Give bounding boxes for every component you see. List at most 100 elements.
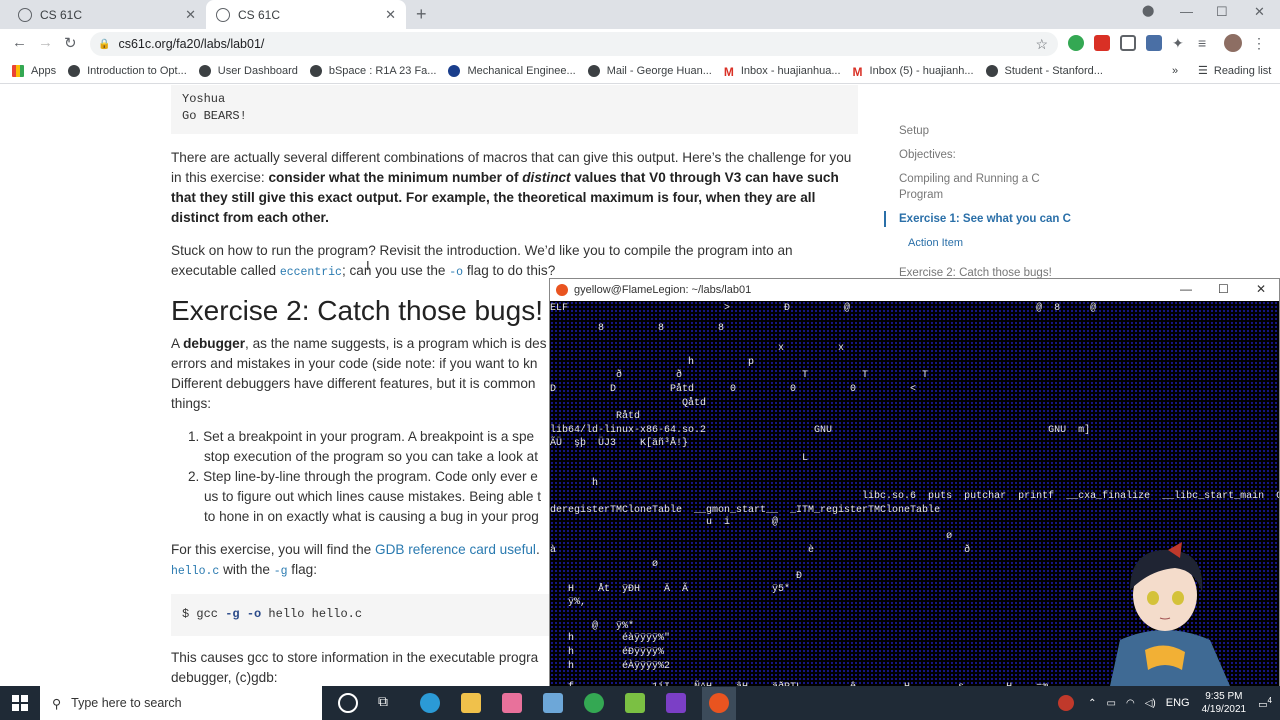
terminal-line: Qåtd <box>550 398 707 409</box>
extension-icon[interactable] <box>1068 35 1084 51</box>
puzzle-icon[interactable]: ✦ <box>1172 35 1188 51</box>
text: . <box>535 542 540 557</box>
terminal-line: ELF > Ð @ @ 8 @ <box>550 303 1097 314</box>
text: , as the name suggests, is a program whi… <box>245 336 547 351</box>
terminal-titlebar[interactable]: gyellow@FlameLegion: ~/labs/lab01 — ☐ ✕ <box>550 279 1279 301</box>
toc-item[interactable]: Compiling and Running a C Program <box>899 171 1049 203</box>
extension-icon[interactable] <box>1120 35 1136 51</box>
site-icon <box>68 64 81 77</box>
site-icon <box>985 64 998 77</box>
terminal-line: h éÐÿÿÿÿ% <box>550 647 665 658</box>
chrome-icon[interactable] <box>584 693 604 713</box>
language-indicator[interactable]: ENG <box>1166 697 1190 709</box>
gdb-reference-link[interactable]: GDB reference card useful <box>375 542 536 557</box>
close-icon[interactable]: ✕ <box>1256 282 1266 296</box>
terminal-line: u i @ <box>550 517 779 528</box>
maximize-icon[interactable]: ☐ <box>1218 282 1229 296</box>
profile-avatar[interactable] <box>1224 34 1242 52</box>
terminal-line: h <box>550 478 599 489</box>
volume-icon[interactable]: ◁) <box>1145 698 1156 709</box>
app-icon[interactable] <box>625 693 645 713</box>
text: A <box>171 336 184 351</box>
bookmark-apps[interactable]: Apps <box>12 64 56 77</box>
close-tab-icon[interactable]: ✕ <box>185 7 196 23</box>
back-icon[interactable]: ← <box>12 34 27 51</box>
mail-icon[interactable] <box>543 693 563 713</box>
text: things: <box>171 396 212 411</box>
bookmark-item[interactable]: M Inbox (5) - huajianh... <box>853 65 974 79</box>
gmail-icon: M <box>723 64 734 79</box>
windows-start-icon[interactable] <box>0 686 40 720</box>
new-tab-icon[interactable]: + <box>416 4 427 25</box>
close-window-icon[interactable]: ✕ <box>1254 4 1265 20</box>
taskbar-search-box[interactable]: ⚲ Type here to search <box>40 686 322 720</box>
browser-toolbar: ← → ↻ 🔒 cs61c.org/fa20/labs/lab01/ ☆ <box>0 29 1280 58</box>
bookmark-item[interactable]: M Inbox - huajianhua... <box>723 64 841 79</box>
inline-code: -g <box>273 565 288 578</box>
terminal-line: deregisterTMCloneTable __gmon_start__ _I… <box>550 505 941 516</box>
terminal-line: libc.so.6 puts putchar printf __cxa_fina… <box>862 491 1279 502</box>
toc-item-active[interactable]: Exercise 1: See what you can C <box>884 211 1084 227</box>
maximize-icon[interactable]: ☐ <box>1216 4 1228 20</box>
site-icon <box>448 64 461 77</box>
site-icon <box>309 64 322 77</box>
pdf-extension-icon[interactable] <box>1094 35 1110 51</box>
cortana-icon[interactable] <box>338 693 358 713</box>
paragraph: This causes gcc to store information in … <box>171 648 549 686</box>
table-of-contents: Setup Objectives: Compiling and Running … <box>884 123 1084 289</box>
address-bar[interactable]: 🔒 cs61c.org/fa20/labs/lab01/ ☆ <box>90 32 1058 56</box>
bookmark-item[interactable]: bSpace : R1A 23 Fa... <box>309 64 436 77</box>
inline-code: hello.c <box>171 565 220 578</box>
wifi-icon[interactable]: ◠ <box>1126 698 1135 709</box>
task-view-icon[interactable]: ⧉ <box>378 693 398 713</box>
minimize-icon[interactable]: — <box>1180 4 1193 19</box>
minimize-icon[interactable]: — <box>1180 282 1192 296</box>
extension-icon[interactable] <box>1146 35 1162 51</box>
media-control-icon[interactable]: ≡ <box>1198 35 1214 51</box>
terminal-line: ÿ%, <box>550 597 587 608</box>
date: 4/19/2021 <box>1201 704 1247 715</box>
notification-icon[interactable]: ▭4 <box>1258 696 1272 710</box>
profile-dropdown-icon[interactable]: ⬤ <box>1142 4 1154 17</box>
browser-tab-2[interactable]: CS 61C ✕ <box>206 0 406 29</box>
file-explorer-icon[interactable] <box>461 693 481 713</box>
tab-title: CS 61C <box>40 7 83 22</box>
app-icon[interactable] <box>502 693 522 713</box>
more-bookmarks-icon[interactable]: » <box>1172 65 1178 77</box>
toc-item[interactable]: Objectives: <box>899 147 1084 163</box>
menu-icon[interactable]: ⋮ <box>1252 35 1268 51</box>
battery-icon[interactable]: ▭ <box>1107 698 1116 709</box>
code-text: hello hello.c <box>261 607 363 621</box>
chevron-up-icon[interactable]: ⌃ <box>1088 698 1096 709</box>
terminal-line: à è ð <box>550 545 971 556</box>
text: This causes gcc to store information in … <box>171 650 539 665</box>
forward-icon[interactable]: → <box>38 34 53 51</box>
bookmark-item[interactable]: User Dashboard <box>198 64 298 77</box>
bookmark-item[interactable]: Student - Stanford... <box>985 64 1103 77</box>
reading-list-button[interactable]: ☰ Reading list <box>1198 64 1271 78</box>
text: errors and mistakes in your code (side n… <box>171 356 538 371</box>
close-tab-icon[interactable]: ✕ <box>385 7 396 23</box>
browser-tab-1[interactable]: CS 61C ✕ <box>8 0 206 29</box>
toc-item[interactable]: Setup <box>899 123 1084 139</box>
terminal-line: ø <box>550 531 953 542</box>
bold-text: debugger <box>183 336 246 351</box>
tray-app-icon[interactable] <box>1058 695 1075 711</box>
edge-icon[interactable] <box>420 693 440 713</box>
reading-list-icon: ☰ <box>1198 65 1208 77</box>
clock[interactable]: 9:35 PM 4/19/2021 <box>1202 690 1247 716</box>
bookmark-item[interactable]: Mechanical Enginee... <box>448 64 576 77</box>
paragraph: There are actually several different com… <box>171 148 859 228</box>
lock-icon: 🔒 <box>98 38 111 50</box>
bookmark-item[interactable]: Introduction to Opt... <box>68 64 187 77</box>
toc-subitem[interactable]: Action Item <box>908 235 1084 251</box>
twitch-icon[interactable] <box>666 693 686 713</box>
terminal-line: Råtd <box>550 411 641 422</box>
reload-icon[interactable]: ↻ <box>64 34 77 52</box>
terminal-line: ÃÜ şþ ÜJ3 K[äñ³Å!} <box>550 438 689 449</box>
bookmark-item[interactable]: Mail - George Huan... <box>587 64 712 77</box>
text: ; can you use the <box>341 263 450 278</box>
bookmark-star-icon[interactable]: ☆ <box>1035 36 1048 53</box>
system-tray: ⌃ ▭ ◠ ◁) ENG 9:35 PM 4/19/2021 ▭4 <box>1058 686 1280 720</box>
code-flag: -g -o <box>225 607 262 621</box>
